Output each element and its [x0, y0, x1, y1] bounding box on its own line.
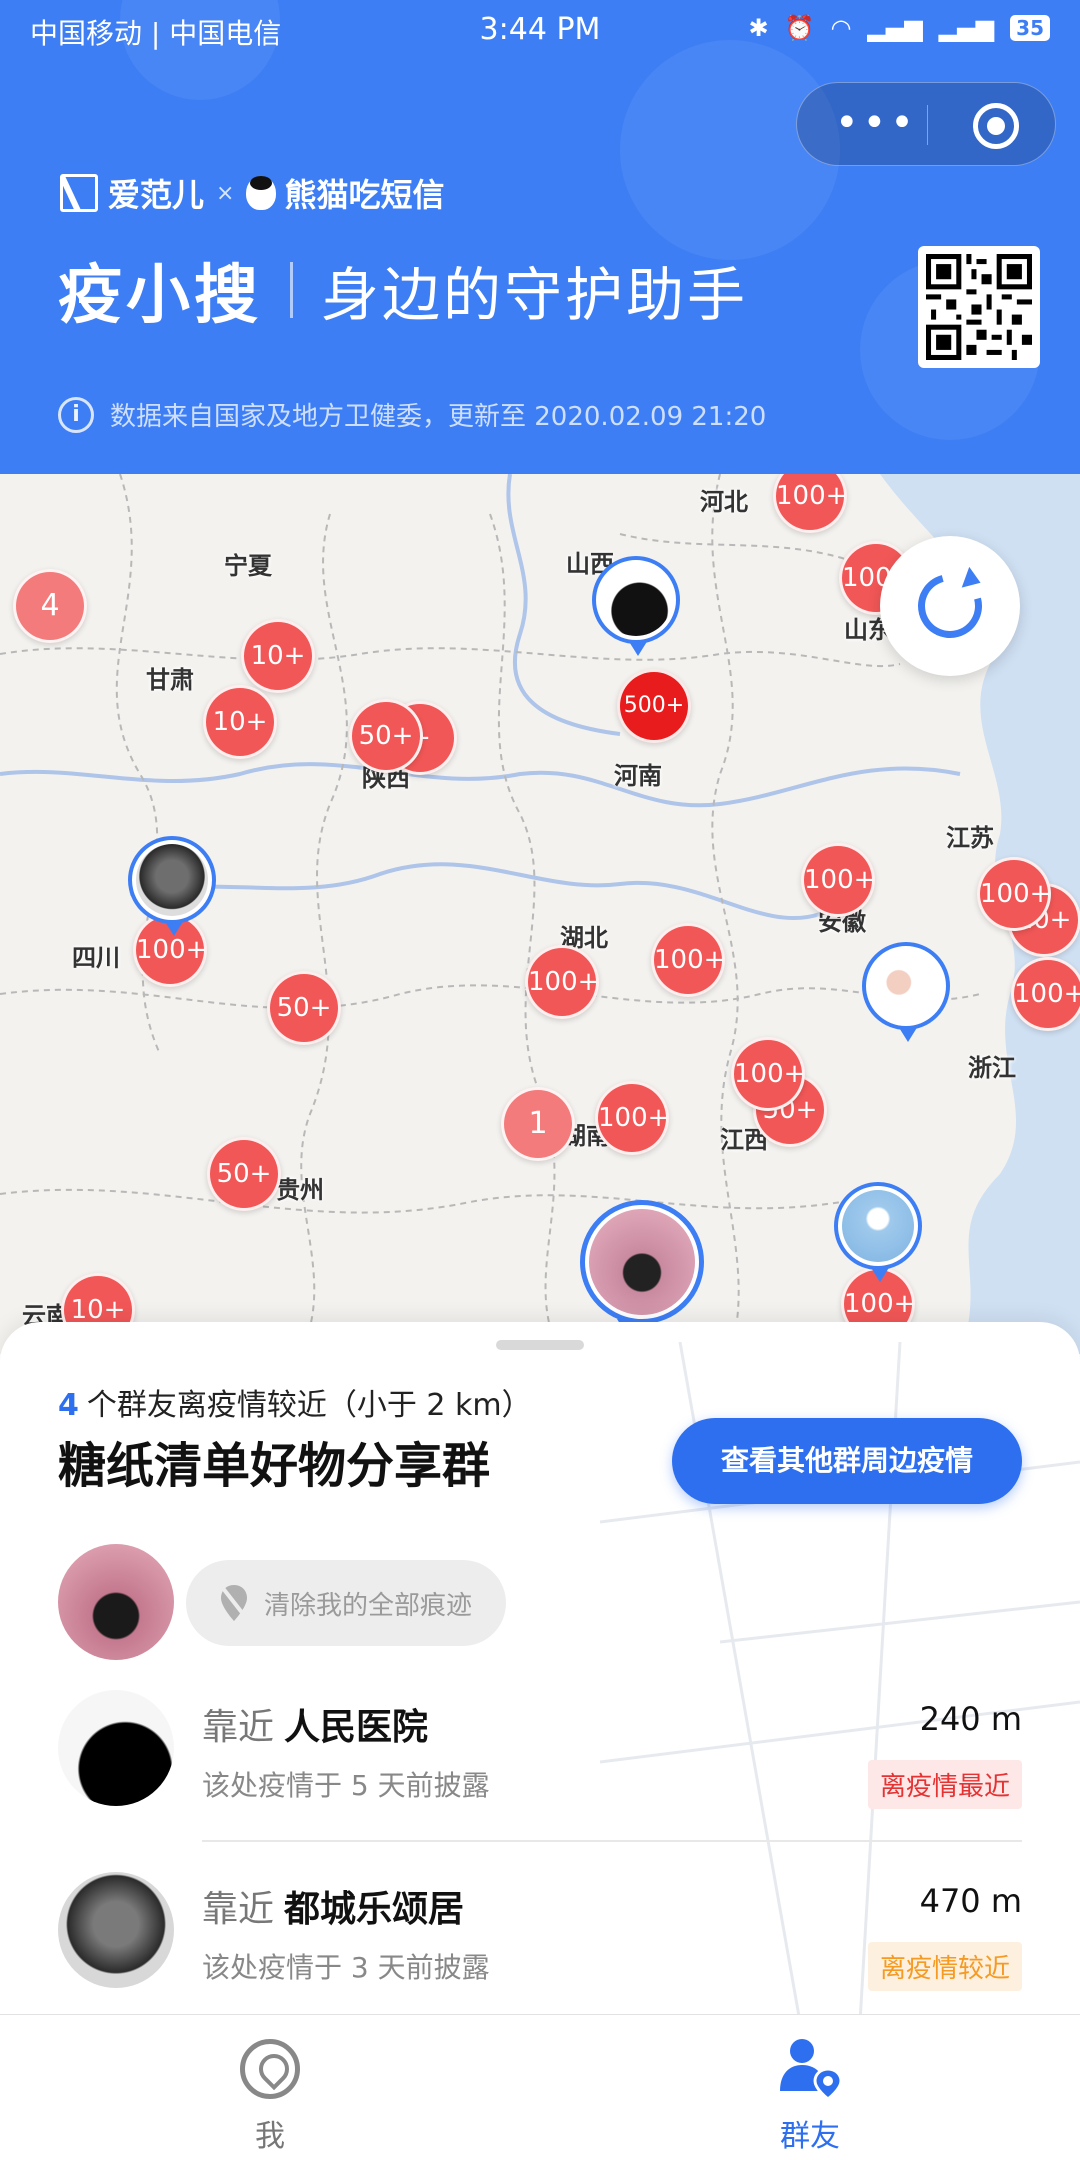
bluetooth-icon: ✱	[748, 14, 769, 42]
disclosure-text: 该处疫情于 5 天前披露	[202, 1769, 490, 1802]
user-avatar	[870, 950, 942, 1022]
province-label: 江苏	[946, 824, 994, 852]
alarm-icon: ⏰	[784, 14, 815, 42]
distance: 470 m	[919, 1882, 1022, 1920]
tab-friends[interactable]: 群友	[540, 2015, 1080, 2160]
ifanr-logo-icon	[60, 174, 98, 212]
capsule-divider	[927, 105, 928, 145]
user-map-pin[interactable]	[128, 836, 216, 936]
province-label: 河北	[700, 488, 748, 516]
title-row: 疫小搜 身边的守护助手	[58, 250, 749, 333]
hide-location-icon	[220, 1585, 249, 1621]
case-cluster[interactable]: 4	[13, 569, 87, 643]
app-root: 中国移动 | 中国电信 3:44 PM ✱ ⏰ ◠ ▂▄▆ ▂▄▆ 35 •••…	[0, 0, 1080, 2160]
app-subtitle: 身边的守护助手	[321, 261, 749, 329]
case-cluster[interactable]: 100+	[801, 843, 875, 917]
province-label: 贵州	[276, 1176, 324, 1204]
qr-code-icon[interactable]	[918, 246, 1040, 368]
clear-traces-button[interactable]: 清除我的全部痕迹	[186, 1560, 506, 1646]
case-cluster[interactable]: 100+	[1011, 957, 1080, 1031]
user-avatar	[600, 564, 672, 636]
data-source-text: 数据来自国家及地方卫健委，更新至 2020.02.09 21:20	[110, 402, 767, 432]
province-label: 浙江	[968, 1054, 1016, 1082]
place-name: 人民医院	[284, 1707, 429, 1748]
brand-cross: ×	[216, 180, 235, 206]
group-name: 糖纸清单好物分享群	[58, 1438, 491, 1494]
user-map-pin[interactable]	[592, 556, 680, 656]
list-divider	[202, 1840, 1022, 1842]
case-cluster[interactable]: 10+	[203, 685, 277, 759]
friends-location-icon	[780, 2039, 843, 2101]
distance: 240 m	[919, 1700, 1022, 1738]
refresh-button[interactable]	[880, 536, 1020, 676]
province-label: 甘肃	[146, 666, 194, 694]
status-bar: 中国移动 | 中国电信 3:44 PM ✱ ⏰ ◠ ▂▄▆ ▂▄▆ 35	[0, 0, 1080, 60]
tab-label: 群友	[780, 2119, 840, 2154]
brand-row: 爱范儿 × 熊猫吃短信	[60, 168, 444, 218]
province-label: 宁夏	[224, 552, 272, 580]
location-line: 靠近 人民医院	[202, 1698, 428, 1750]
location-pin-icon	[240, 2039, 300, 2099]
status-icons: ✱ ⏰ ◠ ▂▄▆ ▂▄▆ 35	[748, 14, 1050, 42]
case-cluster-hot[interactable]: 500+	[617, 669, 691, 743]
qr-code-pattern	[926, 254, 1032, 360]
bottom-sheet[interactable]: 4 个群友离疫情较近（小于 2 km） 糖纸清单好物分享群 查看其他群周边疫情 清…	[0, 1322, 1080, 2015]
brand-ifanr: 爱范儿	[108, 176, 205, 214]
brand-panda: 熊猫吃短信	[284, 176, 445, 214]
battery-icon: 35	[1010, 15, 1050, 41]
list-item[interactable]: 靠近 都城乐颂居 该处疫情于 3 天前披露 470 m 离疫情较近	[0, 1872, 1080, 2015]
refresh-arrow-icon	[961, 566, 985, 594]
user-avatar	[136, 844, 208, 916]
clear-traces-label: 清除我的全部痕迹	[264, 1590, 473, 1621]
user-avatar	[58, 1690, 174, 1806]
app-title: 疫小搜	[58, 259, 262, 333]
case-cluster[interactable]: 100+	[525, 945, 599, 1019]
signal-icon: ▂▄▆	[867, 14, 923, 42]
case-cluster[interactable]: 50+	[267, 971, 341, 1045]
place-name: 都城乐颂居	[284, 1889, 465, 1930]
miniprogram-capsule: •••	[796, 82, 1056, 166]
user-map-pin[interactable]	[862, 942, 950, 1042]
title-divider	[290, 262, 293, 318]
my-map-pin[interactable]	[580, 1200, 704, 1335]
my-avatar	[589, 1209, 695, 1315]
list-item[interactable]: 靠近 人民医院 该处疫情于 5 天前披露 240 m 离疫情最近	[0, 1690, 1080, 1850]
proximity-tag: 离疫情较近	[867, 1942, 1022, 1991]
tab-bar: 我 群友	[0, 2014, 1080, 2160]
close-miniprogram-icon[interactable]	[973, 103, 1019, 149]
nearby-text: 个群友离疫情较近（小于 2 km）	[86, 1388, 532, 1423]
case-cluster[interactable]: 10+	[241, 619, 315, 693]
user-avatar	[842, 1190, 914, 1262]
near-label: 靠近	[202, 1707, 275, 1748]
view-other-groups-button[interactable]: 查看其他群周边疫情	[672, 1418, 1022, 1504]
panda-logo-icon	[246, 176, 277, 210]
province-label: 四川	[72, 944, 120, 972]
case-cluster[interactable]: 1	[501, 1087, 575, 1161]
near-label: 靠近	[202, 1889, 275, 1930]
user-map-pin[interactable]	[834, 1182, 922, 1282]
disclosure-text: 该处疫情于 3 天前披露	[202, 1951, 490, 1984]
signal-icon-2: ▂▄▆	[938, 14, 995, 42]
my-avatar[interactable]	[58, 1544, 174, 1660]
tab-label: 我	[255, 2119, 285, 2154]
more-menu-icon[interactable]: •••	[835, 103, 914, 143]
case-cluster[interactable]: 100+	[651, 923, 725, 997]
nearby-count: 4	[58, 1388, 79, 1423]
sheet-drag-handle[interactable]	[496, 1340, 584, 1350]
wifi-icon: ◠	[830, 14, 852, 42]
data-source-row: i 数据来自国家及地方卫健委，更新至 2020.02.09 21:20	[58, 396, 766, 433]
case-cluster[interactable]: 100+	[731, 1037, 805, 1111]
case-cluster[interactable]: 100+	[977, 857, 1051, 931]
tab-me[interactable]: 我	[0, 2015, 540, 2160]
province-label: 河南	[614, 762, 662, 790]
case-cluster[interactable]: 50+	[349, 699, 423, 773]
user-avatar	[58, 1872, 174, 1988]
header-banner: 中国移动 | 中国电信 3:44 PM ✱ ⏰ ◠ ▂▄▆ ▂▄▆ 35 •••…	[0, 0, 1080, 474]
info-icon: i	[58, 396, 94, 433]
nearby-summary: 4 个群友离疫情较近（小于 2 km）	[58, 1380, 532, 1424]
case-cluster[interactable]: 50+	[207, 1137, 281, 1211]
case-cluster[interactable]: 100+	[595, 1081, 669, 1155]
location-line: 靠近 都城乐颂居	[202, 1880, 464, 1932]
proximity-tag: 离疫情最近	[867, 1760, 1022, 1809]
